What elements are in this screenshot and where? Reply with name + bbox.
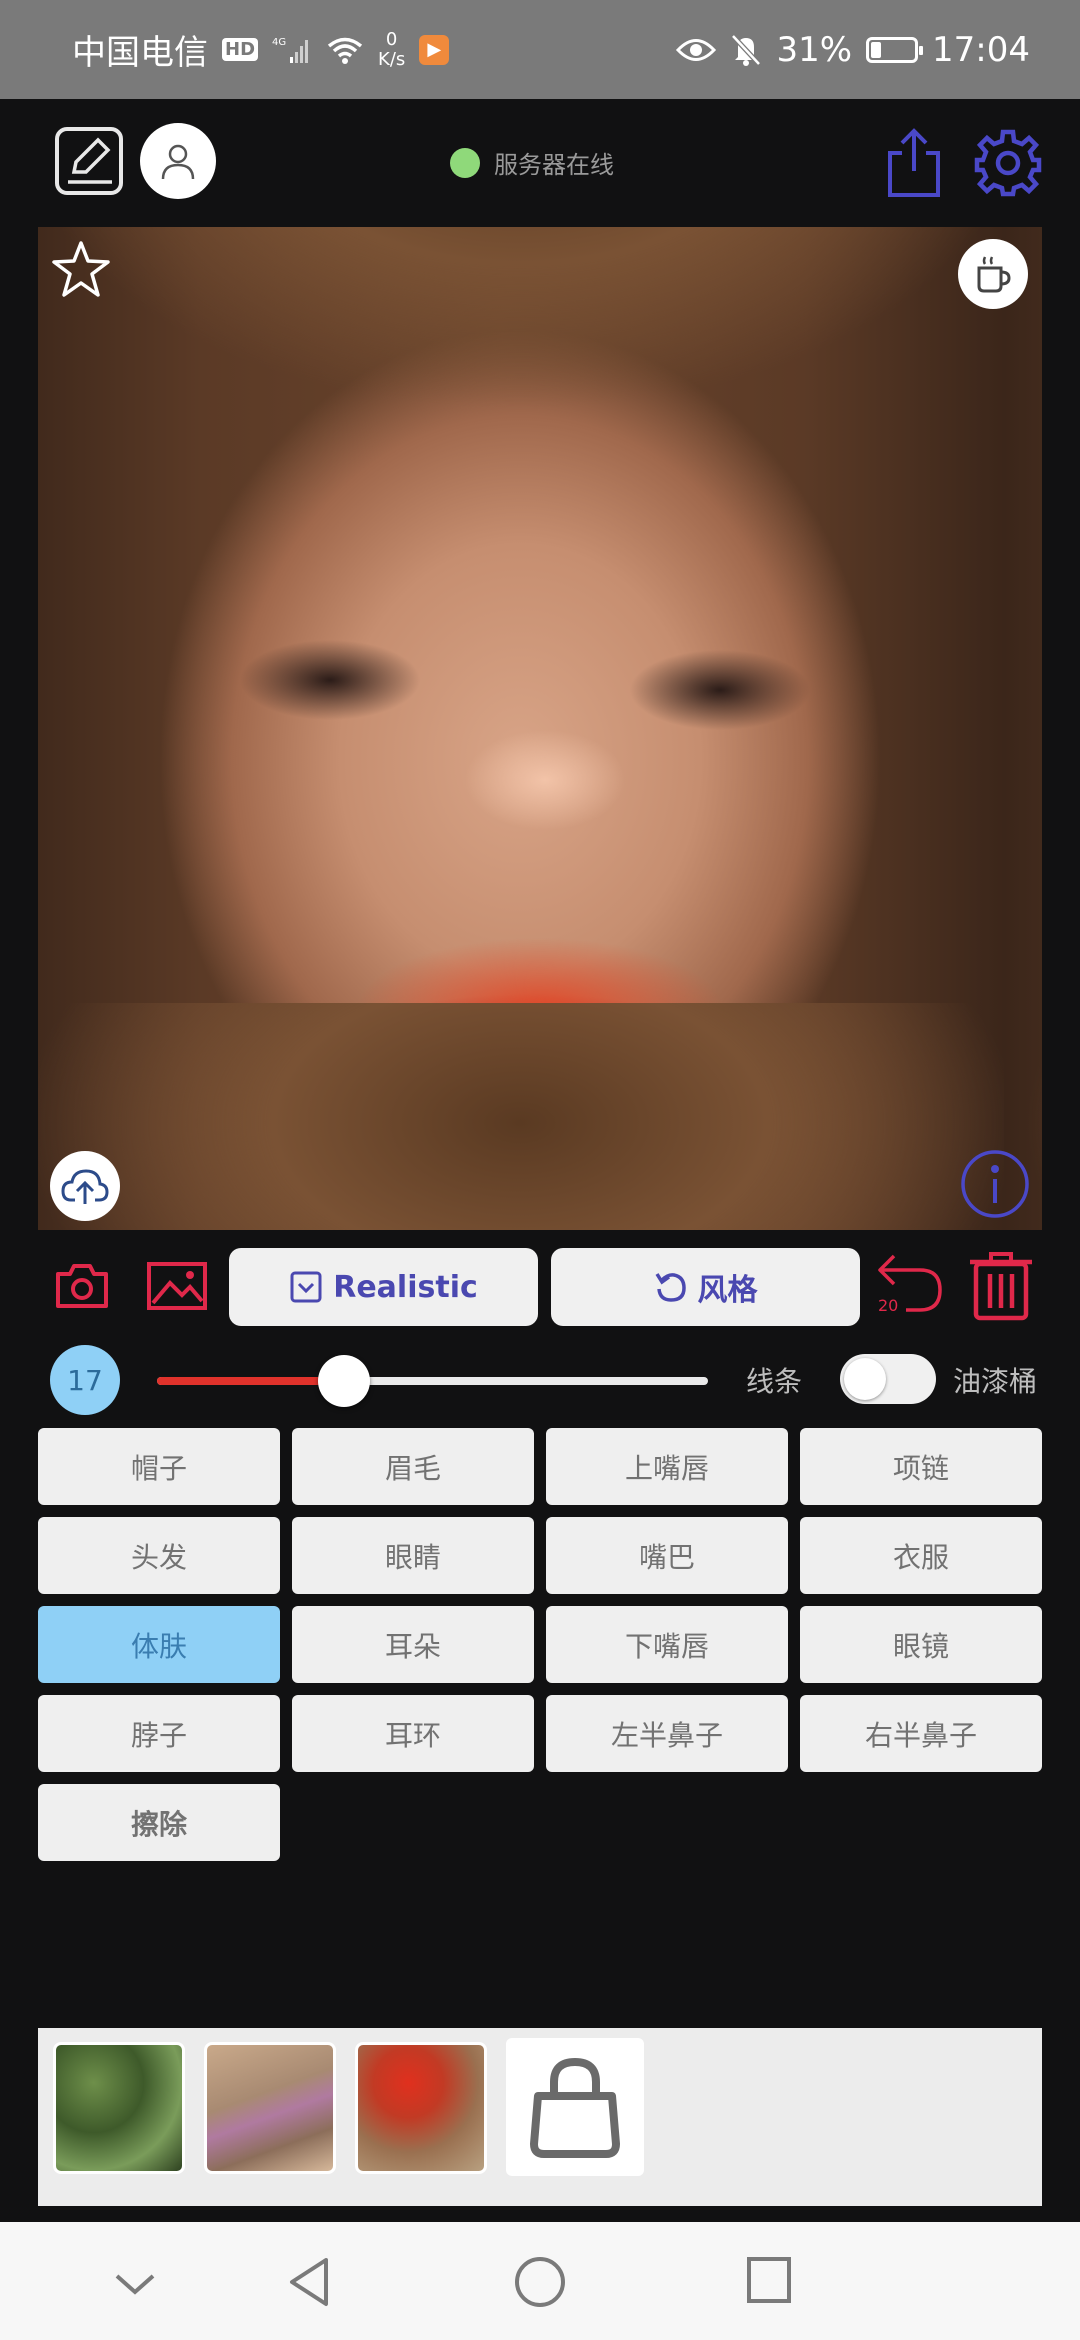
paint-bucket-toggle[interactable]	[840, 1354, 936, 1404]
style-button[interactable]: 风格	[551, 1248, 860, 1326]
server-status-dot	[450, 147, 480, 178]
undo-count: 20	[878, 1296, 899, 1315]
line-mode-label: 线条	[746, 1365, 803, 1398]
style-thumb-red-petals[interactable]	[355, 2042, 487, 2174]
style-thumb-foliage[interactable]	[53, 2042, 185, 2174]
style-label: 风格	[697, 1273, 758, 1308]
segment-label-button[interactable]: 脖子	[38, 1695, 280, 1772]
segment-label-button[interactable]: 耳朵	[292, 1606, 534, 1683]
clock: 17:04	[932, 29, 1030, 70]
battery-icon	[866, 36, 924, 63]
slider-thumb[interactable]	[318, 1355, 371, 1407]
style-thumb-stone-flowers[interactable]	[204, 2042, 336, 2174]
realistic-button[interactable]: Realistic	[229, 1248, 538, 1326]
collapse-icon[interactable]	[114, 2272, 156, 2296]
cloud-upload-icon	[61, 1169, 109, 1204]
status-bar: 中国电信 HD 4G 0 K/s ▶ 31% 17:04	[0, 0, 1080, 99]
upload-button[interactable]	[50, 1151, 120, 1221]
segment-label-button[interactable]: 嘴巴	[546, 1517, 788, 1594]
style-thumbnail-strip	[38, 2028, 1042, 2206]
checkbox-icon	[290, 1271, 322, 1303]
wifi-icon	[327, 37, 363, 64]
eye-comfort-icon	[676, 38, 717, 61]
shopping-bag-icon	[530, 2057, 620, 2158]
speed-value: 0	[385, 28, 398, 50]
segment-label-button[interactable]: 耳环	[292, 1695, 534, 1772]
photo-canvas[interactable]	[38, 227, 1042, 1230]
carrier-name: 中国电信	[72, 33, 208, 73]
brush-size-slider[interactable]	[157, 1355, 708, 1407]
segment-label-button[interactable]: 衣服	[800, 1517, 1042, 1594]
network-type: 4G	[272, 37, 286, 48]
segment-label-button[interactable]: 项链	[800, 1428, 1042, 1505]
paint-bucket-label: 油漆桶	[953, 1365, 1038, 1398]
favorite-star-icon[interactable]	[50, 239, 112, 301]
system-nav-bar	[0, 2222, 1080, 2340]
mute-bell-icon	[731, 33, 762, 66]
coffee-button[interactable]	[958, 239, 1028, 309]
coffee-cup-icon	[977, 256, 1011, 293]
speed-unit: K/s	[378, 48, 406, 70]
network-speed: 0 K/s	[378, 28, 406, 70]
toggle-knob	[844, 1358, 886, 1400]
recents-icon[interactable]	[746, 2256, 792, 2304]
cellular-signal-icon: 4G	[272, 37, 309, 63]
segment-label-button[interactable]: 眼镜	[800, 1606, 1042, 1683]
segment-label-button[interactable]: 帽子	[38, 1428, 280, 1505]
segment-label-button[interactable]: 眼睛	[292, 1517, 534, 1594]
segment-label-button[interactable]: 擦除	[38, 1784, 280, 1861]
segment-label-button[interactable]: 头发	[38, 1517, 280, 1594]
refresh-icon	[655, 1273, 686, 1302]
app-notification-icon: ▶	[419, 34, 450, 65]
segment-label-button[interactable]: 眉毛	[292, 1428, 534, 1505]
avatar-button[interactable]	[140, 123, 216, 199]
camera-icon[interactable]	[54, 1260, 110, 1312]
realistic-label: Realistic	[333, 1269, 478, 1305]
brush-size-badge: 17	[50, 1345, 120, 1415]
info-icon[interactable]	[960, 1149, 1030, 1219]
hd-badge: HD	[222, 38, 259, 61]
segment-label-button[interactable]: 右半鼻子	[800, 1695, 1042, 1772]
share-icon[interactable]	[882, 127, 946, 199]
segment-label-button[interactable]: 下嘴唇	[546, 1606, 788, 1683]
trash-icon[interactable]	[968, 1250, 1034, 1322]
server-status-text: 服务器在线	[494, 151, 614, 179]
segment-label-button[interactable]: 上嘴唇	[546, 1428, 788, 1505]
style-store-button[interactable]	[506, 2038, 644, 2176]
home-icon[interactable]	[514, 2256, 566, 2308]
battery-percent: 31%	[776, 29, 853, 70]
status-left: 中国电信 HD 4G 0 K/s ▶	[72, 25, 450, 74]
segment-label-button[interactable]: 体肤	[38, 1606, 280, 1683]
segment-label-grid: 帽子 眉毛 上嘴唇 项链头发 眼睛 嘴巴 衣服体肤 耳朵 下嘴唇 眼镜脖子 耳环 左半鼻子 右半鼻子擦除	[38, 1428, 1042, 1861]
edit-note-icon[interactable]	[54, 126, 124, 196]
back-icon[interactable]	[286, 2256, 332, 2308]
gallery-image-icon[interactable]	[146, 1261, 208, 1311]
slider-fill	[157, 1377, 345, 1385]
settings-gear-icon[interactable]	[972, 127, 1044, 199]
user-icon	[161, 144, 195, 180]
status-right: 31% 17:04	[676, 30, 1030, 70]
segment-label-button[interactable]: 左半鼻子	[546, 1695, 788, 1772]
server-status: 服务器在线	[450, 145, 614, 180]
